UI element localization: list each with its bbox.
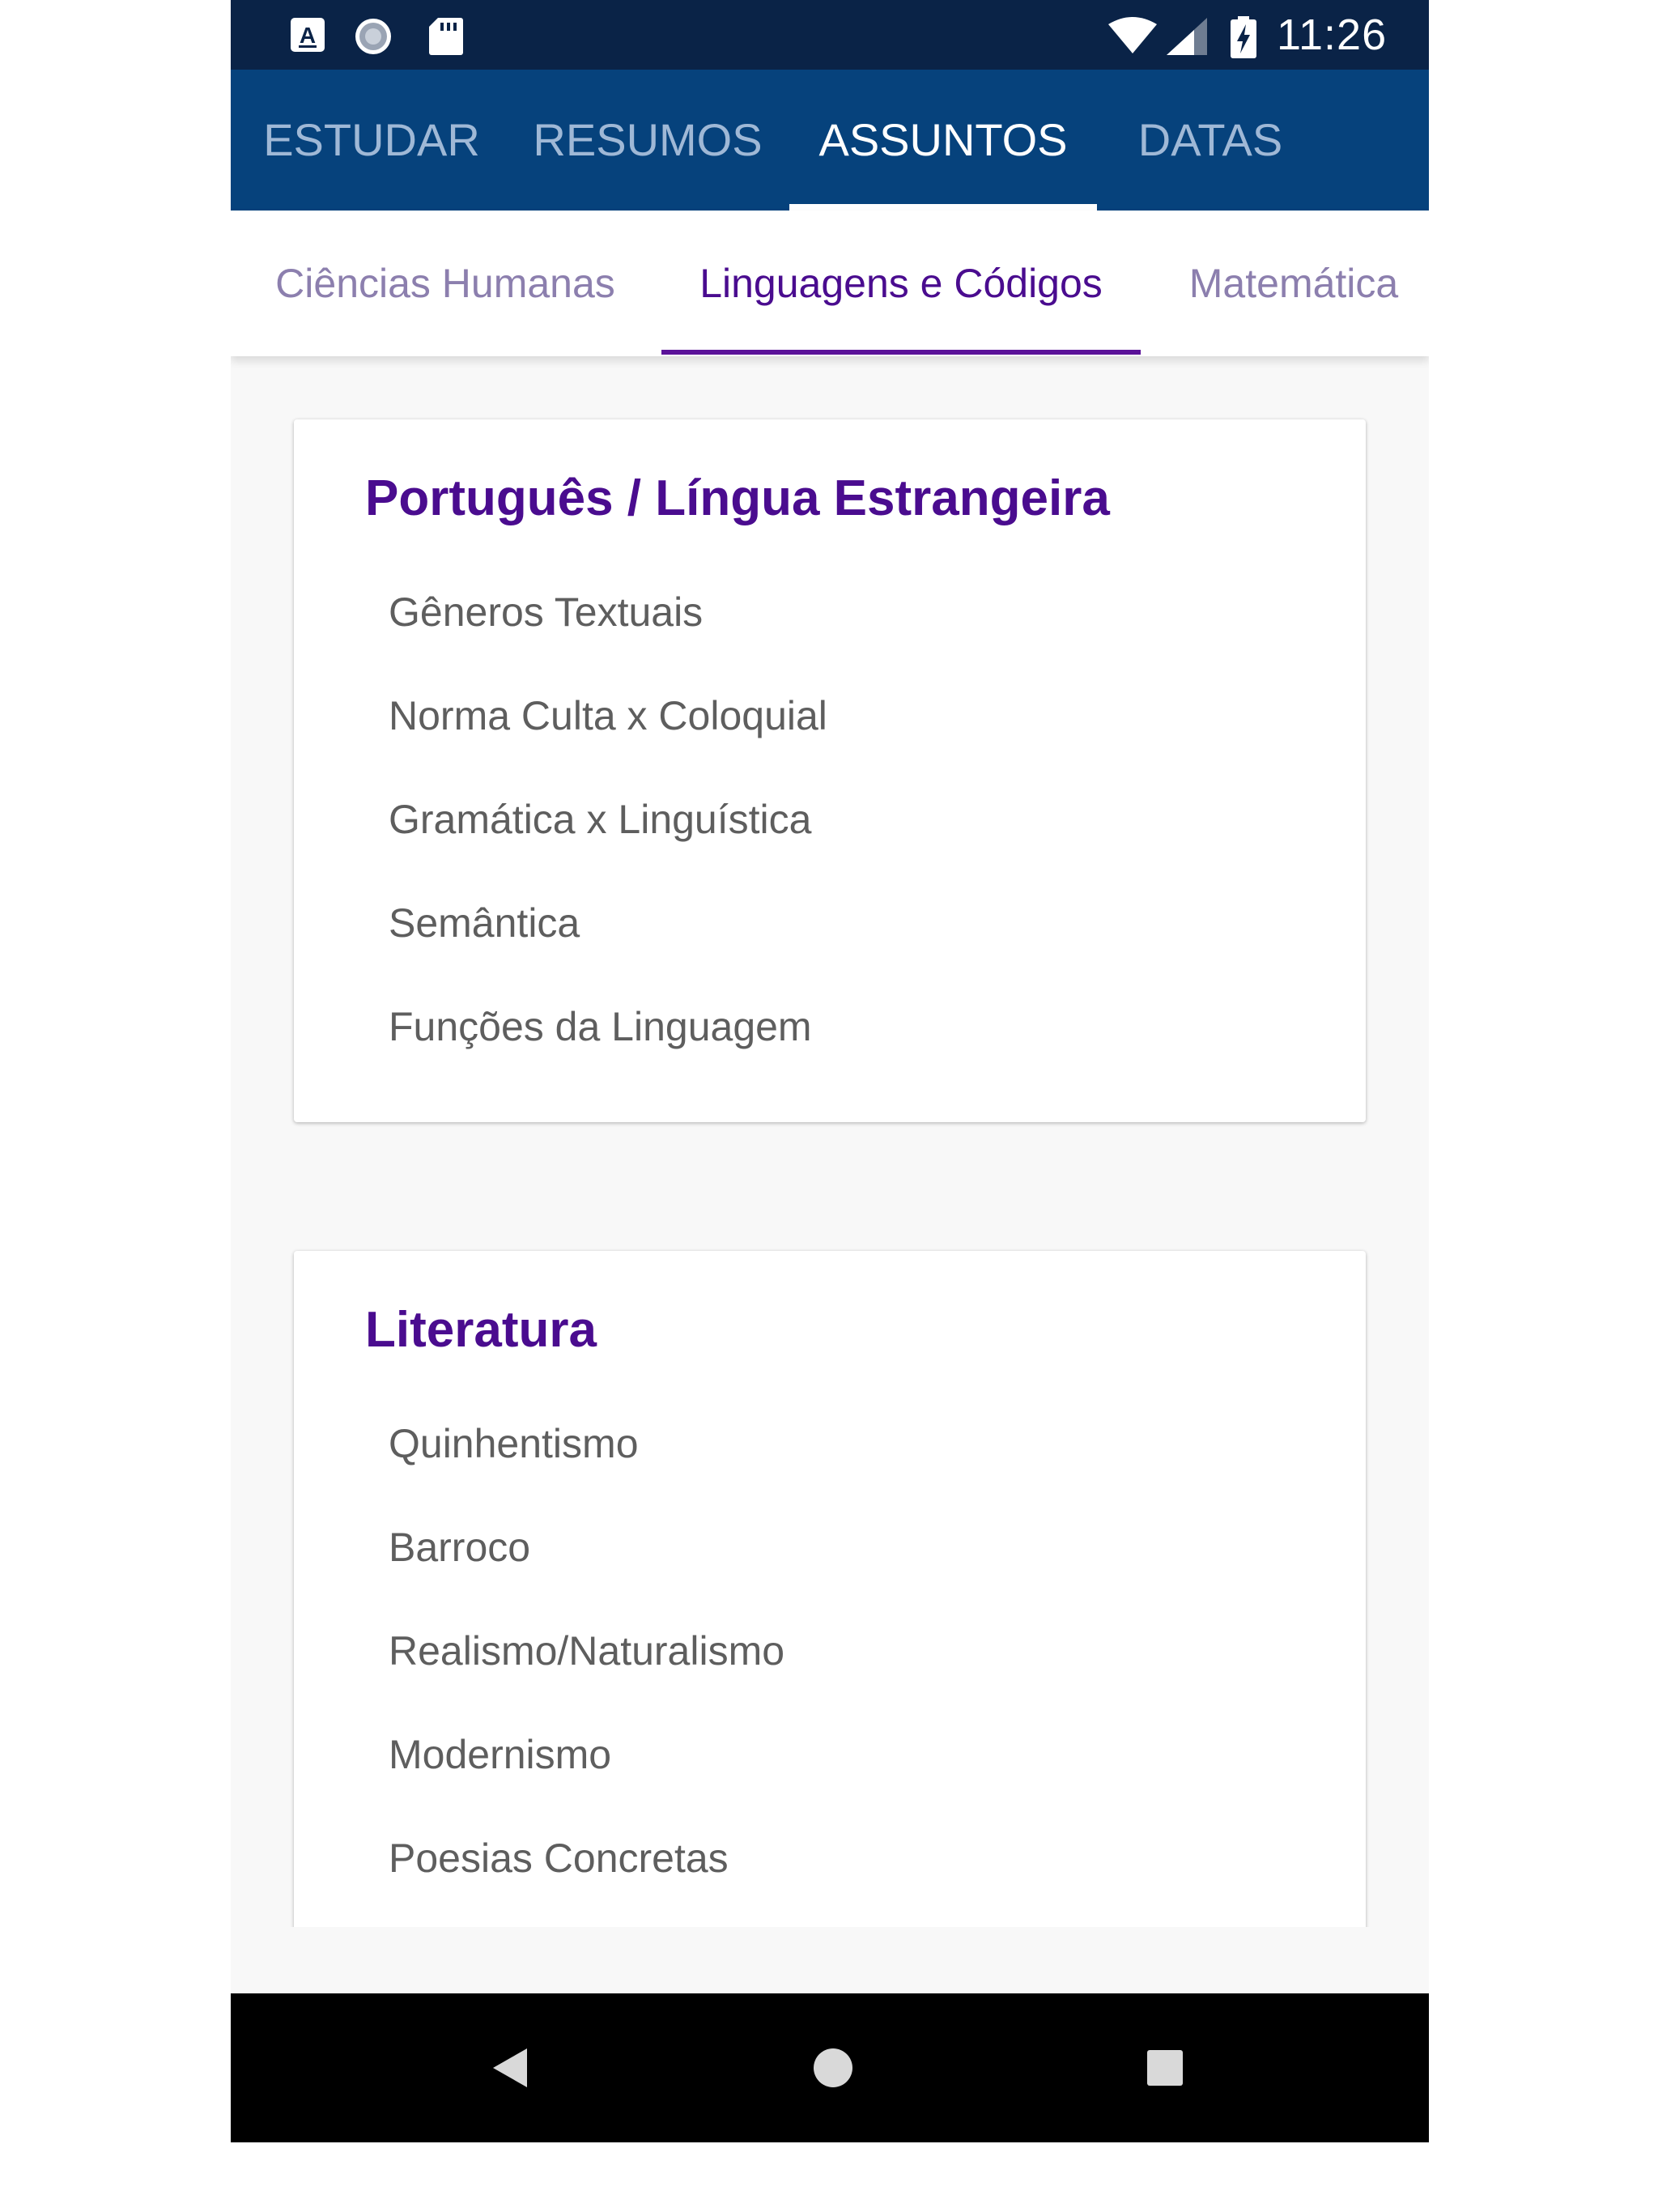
- moon-icon: [353, 16, 393, 61]
- sd-card-icon: [428, 16, 464, 61]
- battery-charging-icon: [1229, 16, 1258, 64]
- topic-card-portugues: Português / Língua Estrangeira Gêneros T…: [294, 419, 1366, 1122]
- svg-text:A: A: [300, 23, 316, 48]
- active-subtab-indicator: [661, 350, 1141, 355]
- card-title: Português / Língua Estrangeira: [365, 470, 1110, 526]
- topic-item[interactable]: Gêneros Textuais: [389, 580, 827, 683]
- topic-item[interactable]: Semântica: [389, 891, 827, 994]
- a-text-icon: A: [289, 16, 326, 57]
- topics-content[interactable]: Português / Língua Estrangeira Gêneros T…: [231, 356, 1429, 1927]
- subtab-matematica[interactable]: Matemática: [1162, 211, 1426, 356]
- topic-item[interactable]: Gramática x Linguística: [389, 787, 827, 891]
- back-icon[interactable]: [475, 2034, 543, 2102]
- home-icon[interactable]: [799, 2034, 867, 2102]
- subtab-ciencias-humanas[interactable]: Ciências Humanas: [263, 211, 627, 356]
- subject-tab-bar: Ciências Humanas Linguagens e Códigos Ma…: [231, 211, 1429, 356]
- topic-item[interactable]: Norma Culta x Coloquial: [389, 683, 827, 787]
- topic-item[interactable]: Modernismo: [389, 1722, 784, 1826]
- tab-datas[interactable]: DATAS: [1121, 70, 1299, 211]
- card-title: Literatura: [365, 1302, 597, 1358]
- tab-assuntos[interactable]: ASSUNTOS: [789, 70, 1097, 211]
- topic-list: Quinhentismo Barroco Realismo/Naturalism…: [389, 1411, 784, 1927]
- topic-list: Gêneros Textuais Norma Culta x Coloquial…: [389, 580, 827, 1098]
- phone-screen: A 11:26 ESTUDAR RESUMOS ASSUNTOS DATAS C…: [231, 0, 1429, 2142]
- topic-item[interactable]: Barroco: [389, 1515, 784, 1619]
- wifi-icon: [1107, 16, 1158, 59]
- topic-item[interactable]: Poesias Concretas: [389, 1826, 784, 1927]
- topic-card-literatura: Literatura Quinhentismo Barroco Realismo…: [294, 1251, 1366, 1927]
- subtab-linguagens-codigos[interactable]: Linguagens e Códigos: [661, 211, 1141, 356]
- tab-estudar[interactable]: ESTUDAR: [250, 70, 493, 211]
- system-nav-bar: [231, 1993, 1429, 2142]
- topic-item[interactable]: Quinhentismo: [389, 1411, 784, 1515]
- topic-item[interactable]: Funções da Linguagem: [389, 994, 827, 1098]
- clock: 11:26: [1277, 11, 1388, 59]
- status-bar: A 11:26: [231, 0, 1429, 70]
- recents-icon[interactable]: [1131, 2034, 1199, 2102]
- app-tab-bar: ESTUDAR RESUMOS ASSUNTOS DATAS: [231, 70, 1429, 211]
- topic-item[interactable]: Realismo/Naturalismo: [389, 1619, 784, 1722]
- tab-resumos[interactable]: RESUMOS: [522, 70, 773, 211]
- active-tab-indicator: [789, 204, 1097, 211]
- signal-icon: [1165, 16, 1209, 61]
